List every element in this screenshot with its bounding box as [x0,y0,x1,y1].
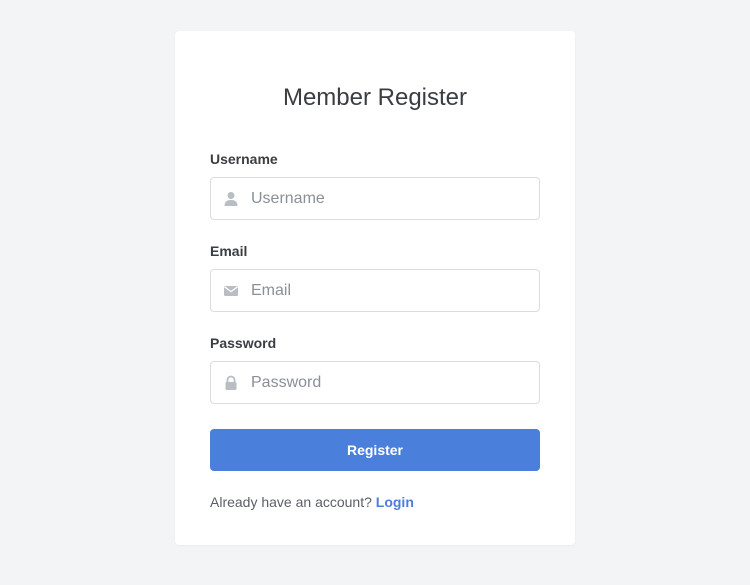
page-title: Member Register [282,84,468,111]
username-label: Username [210,151,278,167]
password-field-wrapper [210,361,540,404]
username-field-wrapper [210,177,540,220]
register-card: Member Register Username Email Password [175,31,575,545]
email-input[interactable] [251,270,531,311]
register-button[interactable]: Register [210,429,540,471]
user-icon [223,191,239,207]
password-label: Password [210,335,277,351]
envelope-icon [223,283,239,299]
login-prompt: Already have an account? Login [210,493,414,511]
email-field-wrapper [210,269,540,312]
login-link[interactable]: Login [376,494,414,510]
login-prompt-text: Already have an account? [210,494,372,510]
lock-icon [223,375,239,391]
username-input[interactable] [251,178,531,219]
password-input[interactable] [251,362,531,403]
email-label: Email [210,243,248,259]
